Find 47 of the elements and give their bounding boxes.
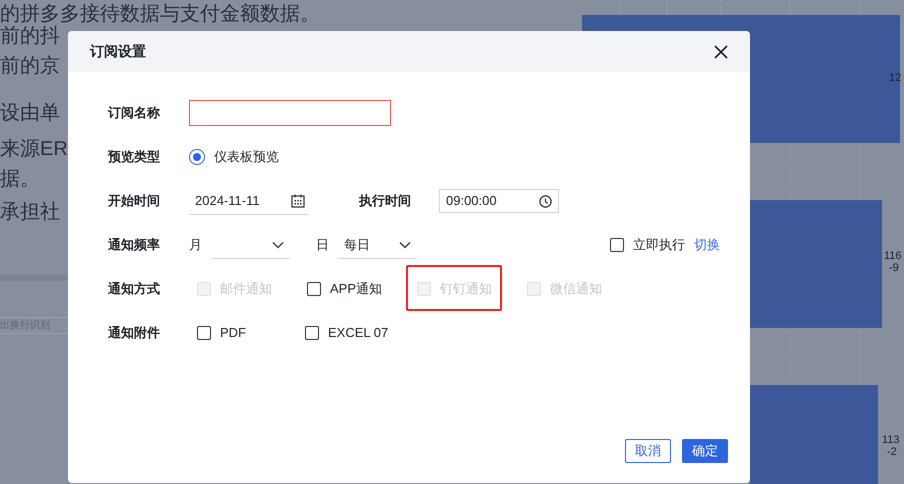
bar-value-label: 116 xyxy=(884,250,902,262)
checkbox-label: 微信通知 xyxy=(550,280,602,298)
close-icon xyxy=(714,44,728,58)
checkbox-label: EXCEL 07 xyxy=(328,324,388,342)
day-select[interactable]: 每日 xyxy=(338,231,417,259)
option-label: 仪表板预览 xyxy=(214,148,279,166)
bar-value-label: -2 xyxy=(887,446,897,458)
checkbox-label: PDF xyxy=(220,324,246,342)
checkbox[interactable] xyxy=(307,282,321,296)
confirm-button[interactable]: 确定 xyxy=(682,439,728,463)
field-label: 通知附件 xyxy=(108,324,161,342)
time-field[interactable]: 09:00:00 xyxy=(439,189,559,213)
field-label: 订阅名称 xyxy=(108,104,161,122)
field-label: 预览类型 xyxy=(108,148,161,166)
background-text: 前的京 xyxy=(0,54,60,79)
text-input-field[interactable] xyxy=(189,100,391,126)
field-label: 执行时间 xyxy=(359,192,412,210)
checkbox-label: 立即执行 xyxy=(633,236,685,254)
unit-label: 日 xyxy=(316,236,330,254)
background-text: 承担社 xyxy=(0,200,60,225)
dialog-title: 订阅设置 xyxy=(90,42,146,61)
bar-value-label: -9 xyxy=(889,262,899,274)
checkbox-label: 邮件通知 xyxy=(220,280,272,298)
checkbox[interactable] xyxy=(197,326,211,340)
switch-link[interactable]: 切换 xyxy=(694,235,720,255)
background-text: 前的抖 xyxy=(0,24,60,49)
background-text: 设由单 xyxy=(0,101,60,126)
field-label: 通知方式 xyxy=(108,280,161,298)
chevron-down-icon xyxy=(272,240,284,248)
background-text: 来源ER xyxy=(0,137,68,162)
checkbox-label: APP通知 xyxy=(330,280,382,298)
clock-icon xyxy=(539,194,552,208)
background-text: 据。 xyxy=(0,167,40,192)
date-field[interactable]: 2024-11-11 xyxy=(189,187,309,215)
checkbox-label: 钉钉通知 xyxy=(440,280,492,298)
background-text: 的拼多多接待数据与支付金额数据。 xyxy=(0,2,320,26)
field-label: 开始时间 xyxy=(108,192,161,210)
unit-label: 月 xyxy=(189,236,203,254)
close-button[interactable] xyxy=(712,42,730,60)
bar-value-label: 113 xyxy=(882,434,900,446)
calendar-icon xyxy=(291,194,305,208)
checkbox[interactable] xyxy=(610,238,624,252)
field-label: 通知频率 xyxy=(108,236,161,254)
checkbox[interactable] xyxy=(305,326,319,340)
cancel-button[interactable]: 取消 xyxy=(625,439,671,463)
chevron-down-icon xyxy=(399,240,411,248)
radio-button[interactable] xyxy=(189,149,205,165)
